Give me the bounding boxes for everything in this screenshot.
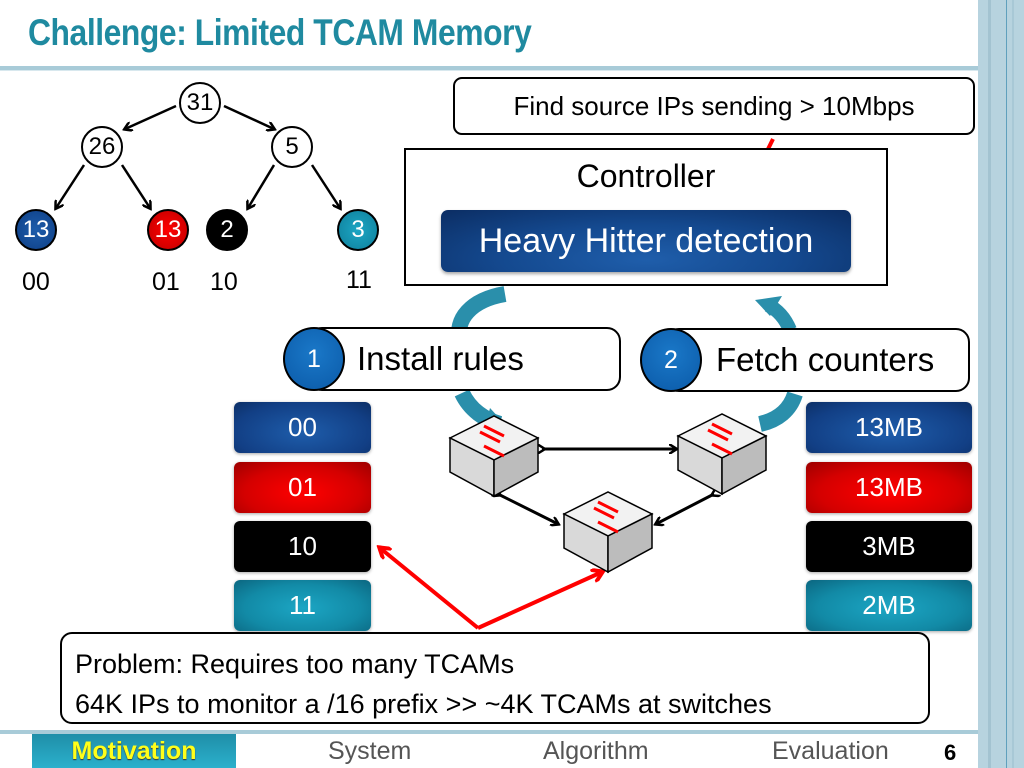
nav-evaluation[interactable]: Evaluation bbox=[772, 734, 889, 768]
query-callout: Find source IPs sending > 10Mbps bbox=[453, 77, 975, 135]
highlight-arrow-rule bbox=[380, 548, 480, 630]
nav-motivation[interactable]: Motivation bbox=[32, 734, 236, 768]
tree-leaf: 2 bbox=[206, 209, 248, 251]
leaf-prefix: 11 bbox=[346, 266, 372, 294]
problem-line: Problem: Requires too many TCAMs bbox=[75, 649, 515, 679]
step-fetch-counters: Fetch counters bbox=[665, 328, 970, 392]
tree-leaf: 3 bbox=[337, 209, 379, 251]
counter-pill: 13MB bbox=[806, 462, 972, 513]
leaf-prefix: 00 bbox=[22, 268, 50, 296]
rule-pill: 00 bbox=[234, 402, 371, 453]
step-label: Fetch counters bbox=[716, 341, 935, 378]
tree-leaf: 13 bbox=[147, 209, 189, 251]
counter-pill: 13MB bbox=[806, 402, 972, 453]
leaf-prefix: 10 bbox=[210, 268, 238, 296]
switch-link bbox=[498, 494, 558, 524]
problem-line: 64K IPs to monitor a /16 prefix >> ~4K T… bbox=[75, 689, 772, 719]
side-decoration-bar bbox=[978, 0, 1024, 768]
step-number-badge: 2 bbox=[640, 328, 702, 392]
rule-pill: 11 bbox=[234, 580, 371, 631]
counter-pill: 3MB bbox=[806, 521, 972, 572]
tree-edge bbox=[223, 104, 274, 129]
switch-icon bbox=[448, 415, 540, 498]
rule-pill: 01 bbox=[234, 462, 371, 513]
switch-icon bbox=[562, 491, 654, 574]
tree-edge bbox=[56, 164, 86, 208]
switch-icon bbox=[676, 413, 768, 496]
tree-node-root: 31 bbox=[179, 82, 221, 124]
step-number-badge: 1 bbox=[283, 327, 345, 391]
tree-edge bbox=[310, 164, 340, 208]
tree-node: 26 bbox=[81, 126, 123, 168]
tree-edge bbox=[248, 164, 276, 208]
switch-link bbox=[656, 494, 714, 524]
nav-algorithm[interactable]: Algorithm bbox=[543, 734, 649, 768]
heavy-hitter-module: Heavy Hitter detection bbox=[441, 210, 851, 272]
controller-label: Controller bbox=[576, 158, 716, 194]
tree-node: 5 bbox=[271, 126, 313, 168]
tree-edge bbox=[125, 104, 177, 129]
nav-system[interactable]: System bbox=[328, 734, 411, 768]
step-install-rules: Install rules bbox=[308, 327, 621, 391]
page-number: 6 bbox=[944, 740, 957, 765]
tree-edge bbox=[120, 164, 150, 208]
highlight-arrow-switch bbox=[477, 572, 602, 630]
tree-leaf: 13 bbox=[15, 209, 57, 251]
counter-pill: 2MB bbox=[806, 580, 972, 631]
step-label: Install rules bbox=[357, 340, 524, 377]
cycle-arrow-fetch-bottom bbox=[757, 391, 803, 432]
problem-box: Problem: Requires too many TCAMs 64K IPs… bbox=[60, 632, 930, 724]
rule-pill: 10 bbox=[234, 521, 371, 572]
leaf-prefix: 01 bbox=[152, 268, 180, 296]
